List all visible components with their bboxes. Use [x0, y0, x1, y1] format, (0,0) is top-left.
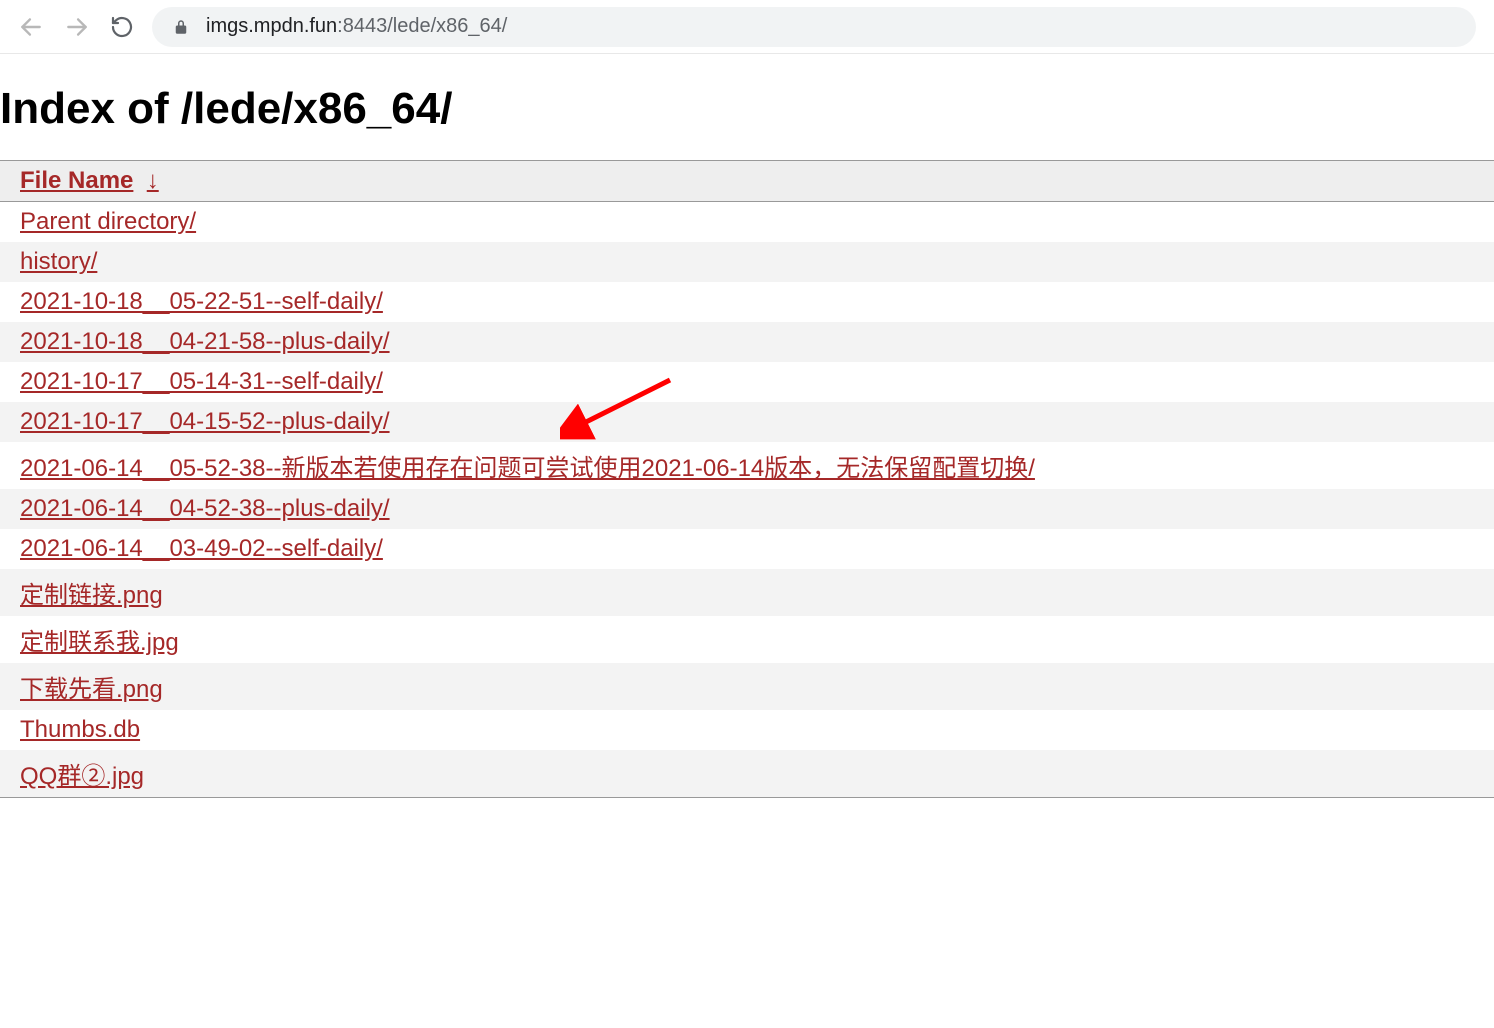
file-link[interactable]: 定制联系我.jpg: [20, 629, 179, 656]
file-link[interactable]: 2021-06-14__03-49-02--self-daily/: [20, 535, 383, 562]
page-content: Index of /lede/x86_64/ File Name ↓ Paren…: [0, 54, 1494, 798]
file-link[interactable]: 2021-10-18__05-22-51--self-daily/: [20, 288, 383, 315]
arrow-left-icon: [18, 14, 44, 40]
file-link[interactable]: 下载先看.png: [20, 676, 163, 703]
nav-buttons: [18, 14, 134, 40]
page-title: Index of /lede/x86_64/: [0, 84, 1494, 134]
table-row: 2021-06-14__05-52-38--新版本若使用存在问题可尝试使用202…: [0, 442, 1494, 489]
file-cell: 2021-06-14__04-52-38--plus-daily/: [0, 489, 1494, 529]
file-link[interactable]: 2021-10-18__04-21-58--plus-daily/: [20, 328, 390, 355]
file-listing-table: File Name ↓ Parent directory/history/202…: [0, 160, 1494, 798]
table-row: 定制链接.png: [0, 569, 1494, 616]
table-row: 定制联系我.jpg: [0, 616, 1494, 663]
table-row: 下载先看.png: [0, 663, 1494, 710]
file-cell: 2021-10-18__04-21-58--plus-daily/: [0, 322, 1494, 362]
arrow-right-icon: [64, 14, 90, 40]
table-row: Parent directory/: [0, 202, 1494, 243]
file-link[interactable]: QQ群②.jpg: [20, 763, 144, 790]
column-header-filename: File Name ↓: [0, 161, 1494, 202]
file-cell: 定制链接.png: [0, 569, 1494, 616]
file-link[interactable]: history/: [20, 248, 97, 275]
file-link[interactable]: 2021-06-14__05-52-38--新版本若使用存在问题可尝试使用202…: [20, 455, 1035, 482]
file-cell: 2021-10-18__05-22-51--self-daily/: [0, 282, 1494, 322]
reload-icon: [110, 15, 134, 39]
url-host: imgs.mpdn.fun: [206, 15, 337, 37]
file-cell: Thumbs.db: [0, 710, 1494, 750]
file-cell: 2021-06-14__05-52-38--新版本若使用存在问题可尝试使用202…: [0, 442, 1494, 489]
file-cell: Parent directory/: [0, 202, 1494, 243]
file-cell: history/: [0, 242, 1494, 282]
lock-icon: [172, 18, 190, 36]
sort-direction-link[interactable]: ↓: [147, 167, 159, 194]
file-link[interactable]: 2021-06-14__04-52-38--plus-daily/: [20, 495, 390, 522]
table-row: 2021-10-17__04-15-52--plus-daily/: [0, 402, 1494, 442]
table-row: 2021-10-18__05-22-51--self-daily/: [0, 282, 1494, 322]
file-link[interactable]: Parent directory/: [20, 208, 196, 235]
file-link[interactable]: 定制链接.png: [20, 582, 163, 609]
file-cell: QQ群②.jpg: [0, 750, 1494, 798]
file-link[interactable]: 2021-10-17__05-14-31--self-daily/: [20, 368, 383, 395]
file-cell: 下载先看.png: [0, 663, 1494, 710]
table-row: 2021-06-14__04-52-38--plus-daily/: [0, 489, 1494, 529]
table-row: 2021-06-14__03-49-02--self-daily/: [0, 529, 1494, 569]
table-header-row: File Name ↓: [0, 161, 1494, 202]
table-row: Thumbs.db: [0, 710, 1494, 750]
url-text: imgs.mpdn.fun:8443/lede/x86_64/: [206, 15, 507, 38]
file-cell: 2021-10-17__05-14-31--self-daily/: [0, 362, 1494, 402]
table-row: QQ群②.jpg: [0, 750, 1494, 798]
file-link[interactable]: Thumbs.db: [20, 716, 140, 743]
url-path: /lede/x86_64/: [387, 15, 507, 37]
back-button[interactable]: [18, 14, 44, 40]
table-row: history/: [0, 242, 1494, 282]
browser-toolbar: imgs.mpdn.fun:8443/lede/x86_64/: [0, 0, 1494, 54]
sort-by-name-link[interactable]: File Name: [20, 167, 133, 194]
file-cell: 定制联系我.jpg: [0, 616, 1494, 663]
file-cell: 2021-10-17__04-15-52--plus-daily/: [0, 402, 1494, 442]
address-bar[interactable]: imgs.mpdn.fun:8443/lede/x86_64/: [152, 7, 1476, 47]
table-row: 2021-10-18__04-21-58--plus-daily/: [0, 322, 1494, 362]
file-cell: 2021-06-14__03-49-02--self-daily/: [0, 529, 1494, 569]
file-link[interactable]: 2021-10-17__04-15-52--plus-daily/: [20, 408, 390, 435]
forward-button[interactable]: [64, 14, 90, 40]
reload-button[interactable]: [110, 15, 134, 39]
table-row: 2021-10-17__05-14-31--self-daily/: [0, 362, 1494, 402]
url-port: :8443: [337, 15, 387, 37]
